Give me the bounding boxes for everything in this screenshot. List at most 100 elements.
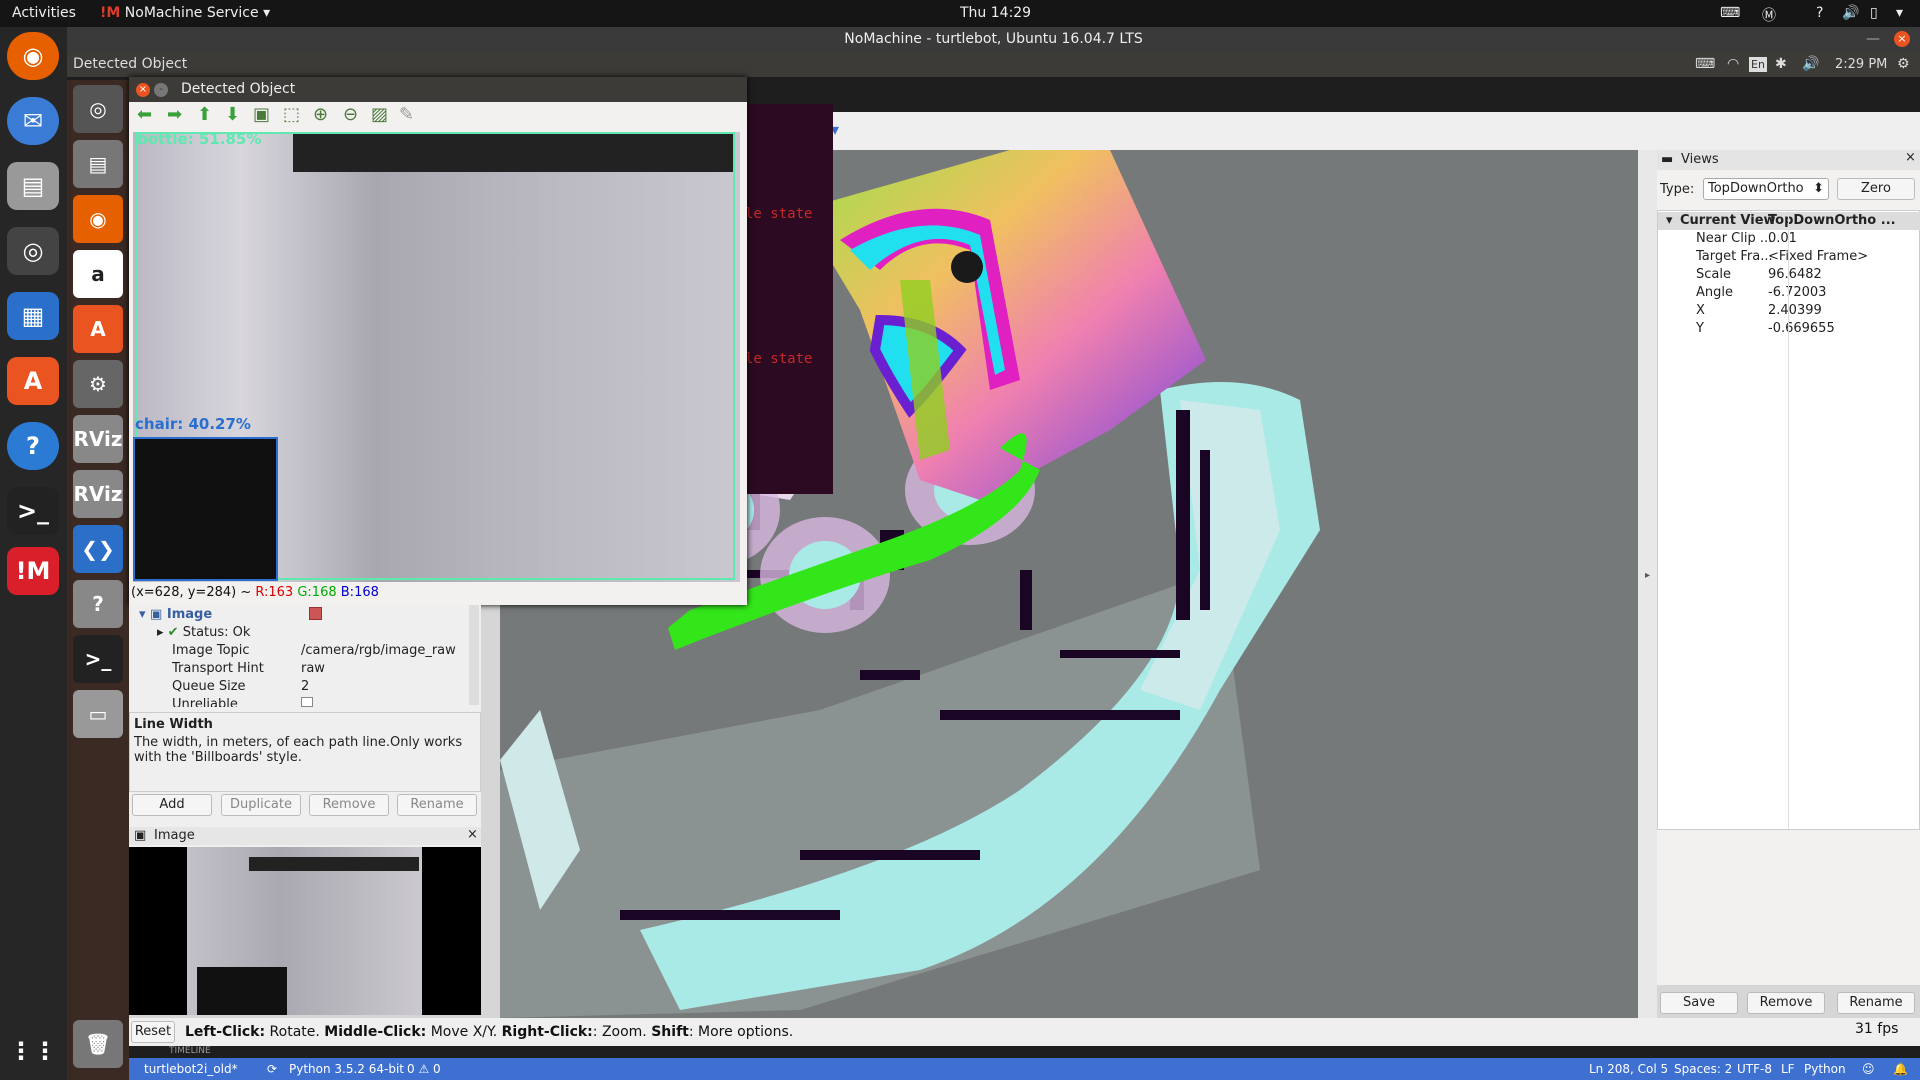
views-row-angle[interactable]: Angle -6.72003	[1658, 284, 1920, 302]
remote-settings-icon[interactable]: ⚙	[1897, 52, 1910, 77]
views-remove-button[interactable]: Remove	[1747, 992, 1825, 1014]
remote-clock[interactable]: 2:29 PM	[1835, 52, 1887, 77]
detected-object-window: × - Detected Object ⬅ ➡ ⬆ ⬇ ▣ ⬚ ⊕ ⊖ ▨ ✎ …	[129, 77, 747, 605]
volume-icon[interactable]: 🔊	[1842, 5, 1859, 21]
keyboard-icon[interactable]: ⌨	[1720, 5, 1740, 21]
reset-button[interactable]: Reset	[131, 1021, 175, 1043]
feedback-icon[interactable]: ☺	[1862, 1062, 1875, 1076]
thunderbird-icon[interactable]: ✉	[7, 97, 59, 145]
settings-icon[interactable]: ⚙	[73, 360, 123, 408]
rviz-icon-1[interactable]: RViz	[73, 415, 123, 463]
remote-terminal-icon[interactable]: >_	[73, 635, 123, 683]
zoom-in-icon[interactable]: ⊕	[313, 104, 328, 125]
remote-keyboard-icon[interactable]: ⌨	[1695, 52, 1715, 77]
battery-icon[interactable]: ▯	[1870, 5, 1878, 21]
camera-image[interactable]: bottle: 51.85% chair: 40.27%	[133, 132, 740, 582]
help-icon[interactable]: ?	[7, 422, 59, 470]
remote-files-icon[interactable]: ▤	[73, 140, 123, 188]
minimize-icon[interactable]: —	[1866, 27, 1880, 52]
wifi-icon[interactable]: ◠	[1727, 52, 1739, 77]
activities-button[interactable]: Activities	[12, 5, 76, 21]
software-icon[interactable]: A	[7, 357, 59, 405]
close-icon[interactable]: ×	[1894, 31, 1910, 47]
rename-button[interactable]: Rename	[397, 794, 477, 816]
pan-right-icon[interactable]: ➡	[167, 104, 182, 125]
indentation[interactable]: Spaces: 2	[1674, 1062, 1732, 1076]
views-save-button[interactable]: Save	[1660, 992, 1738, 1014]
vscode-icon[interactable]: ❮❯	[73, 525, 123, 573]
add-button[interactable]: Add	[132, 794, 212, 816]
encoding[interactable]: UTF-8	[1737, 1062, 1772, 1076]
status-row[interactable]: ▸ ✔ Status: Ok	[157, 625, 250, 640]
image-panel-view	[129, 847, 481, 1015]
problems-count[interactable]: 0 ⚠ 0	[407, 1062, 441, 1076]
files-icon[interactable]: ▤	[7, 162, 59, 210]
software-center-icon[interactable]: A	[73, 305, 123, 353]
views-row-nearclip[interactable]: Near Clip ... 0.01	[1658, 230, 1920, 248]
remote-volume-icon[interactable]: 🔊	[1802, 52, 1819, 77]
detected-object-titlebar[interactable]: × - Detected Object	[129, 77, 747, 102]
prop-image-topic-value[interactable]: /camera/rgb/image_raw	[301, 643, 456, 658]
unknown-app-icon[interactable]: ?	[73, 580, 123, 628]
sync-icon[interactable]: ⟳	[267, 1062, 277, 1076]
pan-down-icon[interactable]: ⬇	[225, 104, 240, 125]
image-panel-object	[197, 967, 287, 1015]
detected-object-title: Detected Object	[181, 81, 296, 97]
views-row-current[interactable]: ▾ Current View TopDownOrtho ...	[1658, 212, 1920, 230]
ubuntu-dash-icon[interactable]: ◎	[73, 85, 123, 133]
prop-queue-value[interactable]: 2	[301, 679, 309, 694]
views-row-x[interactable]: X 2.40399	[1658, 302, 1920, 320]
remote-window-label: Detected Object	[73, 56, 188, 72]
clock[interactable]: Thu 14:29	[960, 5, 1031, 21]
cursor-position[interactable]: Ln 208, Col 5	[1589, 1062, 1668, 1076]
zero-button[interactable]: Zero	[1837, 178, 1915, 200]
views-splitter[interactable]: ▸	[1638, 150, 1657, 1018]
image-display-checkbox[interactable]	[309, 607, 322, 620]
pan-up-icon[interactable]: ⬆	[197, 104, 212, 125]
terminal-icon[interactable]: >_	[7, 487, 59, 535]
save-image-icon[interactable]: ▨	[371, 104, 388, 125]
displays-scrollbar[interactable]	[469, 605, 479, 705]
language-indicator[interactable]: En	[1749, 57, 1767, 72]
git-branch[interactable]: turtlebot2i_old*	[144, 1062, 238, 1076]
nomachine-icon[interactable]: !M	[7, 547, 59, 595]
writer-icon[interactable]: ▦	[7, 292, 59, 340]
views-rename-button[interactable]: Rename	[1837, 992, 1915, 1014]
amazon-icon[interactable]: a	[73, 250, 123, 298]
views-row-targetframe[interactable]: Target Fra... <Fixed Frame>	[1658, 248, 1920, 266]
views-row-y[interactable]: Y -0.669655	[1658, 320, 1920, 338]
rviz-icon-2[interactable]: RViz	[73, 470, 123, 518]
notifications-icon[interactable]: 🔔	[1893, 1062, 1908, 1076]
properties-icon[interactable]: ✎	[399, 104, 414, 125]
vscode-timeline[interactable]: TIMELINE	[129, 1046, 1920, 1058]
unreliable-checkbox[interactable]	[301, 697, 313, 707]
minimize-window-icon[interactable]: -	[154, 83, 168, 97]
remote-firefox-icon[interactable]: ◉	[73, 195, 123, 243]
fit-image-icon[interactable]: ▣	[253, 104, 270, 125]
zoom-out-icon[interactable]: ⊖	[343, 104, 358, 125]
prop-transport-value[interactable]: raw	[301, 661, 325, 676]
help-icon[interactable]: ?	[1816, 5, 1823, 21]
trash-icon[interactable]: 🗑	[73, 1020, 123, 1068]
drive-icon[interactable]: ▭	[73, 690, 123, 738]
pan-left-icon[interactable]: ⬅	[137, 104, 152, 125]
firefox-icon[interactable]: ◉	[7, 32, 59, 80]
python-interpreter[interactable]: Python 3.5.2 64-bit	[289, 1062, 404, 1076]
app-menu[interactable]: !M NoMachine Service ▾	[100, 5, 270, 21]
image-panel-close-icon[interactable]: ×	[467, 827, 478, 842]
image-display-row[interactable]: ▾ ▣ Image	[139, 607, 212, 622]
bluetooth-icon[interactable]: ✱	[1775, 52, 1787, 77]
close-window-icon[interactable]: ×	[136, 83, 150, 97]
duplicate-button[interactable]: Duplicate	[221, 794, 301, 816]
rhythmbox-icon[interactable]: ◎	[7, 227, 59, 275]
remove-button[interactable]: Remove	[309, 794, 389, 816]
show-apps-icon[interactable]: ⋮⋮	[7, 1027, 59, 1075]
zoom-fit-icon[interactable]: ⬚	[283, 104, 300, 125]
views-type-select[interactable]: TopDownOrtho ⬍	[1703, 178, 1829, 200]
views-close-icon[interactable]: ×	[1905, 150, 1916, 165]
system-menu-icon[interactable]: ▾	[1896, 5, 1903, 21]
user-icon[interactable]: Ⓜ	[1762, 5, 1776, 25]
views-row-scale[interactable]: Scale 96.6482	[1658, 266, 1920, 284]
line-ending[interactable]: LF	[1781, 1062, 1795, 1076]
language-mode[interactable]: Python	[1804, 1062, 1846, 1076]
